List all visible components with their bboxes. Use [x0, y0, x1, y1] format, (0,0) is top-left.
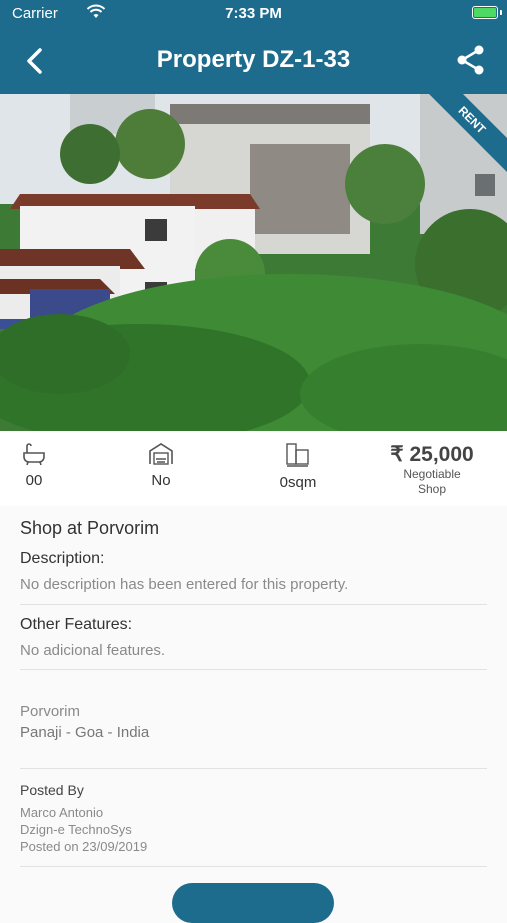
- divider: [20, 669, 487, 670]
- price-value: ₹ 25,000: [390, 443, 474, 466]
- status-bar: Carrier 7:33 PM: [0, 0, 507, 28]
- region-text: Panaji - Goa - India: [20, 724, 150, 741]
- area-value: 0sqm: [279, 474, 317, 491]
- divider: [20, 866, 487, 867]
- garage-stat: No: [121, 442, 201, 489]
- battery-icon: [472, 6, 502, 19]
- description-label: Description:: [20, 550, 105, 567]
- property-stats: 00 No 0sqm ₹ 25,000 Negotiable Shop: [0, 432, 507, 507]
- property-photo-image: [0, 94, 507, 431]
- posted-date: Posted on 23/09/2019: [20, 839, 148, 854]
- app-header: Carrier 7:33 PM Property DZ-1-33: [0, 0, 507, 94]
- area-icon: [286, 443, 309, 467]
- status-time: 7:33 PM: [225, 5, 282, 22]
- description-text: No description has been entered for this…: [20, 576, 349, 593]
- property-type: Shop: [417, 482, 447, 496]
- garage-value: No: [151, 472, 171, 489]
- bathtub-icon: [23, 443, 45, 466]
- bathrooms-stat: 00: [0, 442, 74, 489]
- posted-by-label: Posted By: [20, 782, 84, 798]
- bathrooms-value: 00: [25, 472, 43, 489]
- price-block: ₹ 25,000 Negotiable Shop: [377, 442, 487, 497]
- contact-button[interactable]: [172, 883, 334, 923]
- share-icon[interactable]: [455, 44, 487, 76]
- price-negotiable: Negotiable: [403, 467, 461, 481]
- features-text: No adicional features.: [20, 642, 166, 659]
- property-photo[interactable]: RENT: [0, 94, 507, 431]
- property-details: Shop at Porvorim Description: No descrip…: [0, 506, 507, 900]
- garage-icon: [149, 443, 173, 465]
- divider: [20, 768, 487, 769]
- posted-by-name: Marco Antonio: [20, 805, 104, 820]
- page-title: Property DZ-1-33: [156, 46, 351, 73]
- locality-text: Porvorim: [20, 703, 81, 720]
- features-label: Other Features:: [20, 616, 133, 633]
- area-stat: 0sqm: [258, 442, 338, 491]
- posted-by-company: Dzign-e TechnoSys: [20, 822, 132, 837]
- property-heading: Shop at Porvorim: [20, 518, 160, 538]
- divider: [20, 604, 487, 605]
